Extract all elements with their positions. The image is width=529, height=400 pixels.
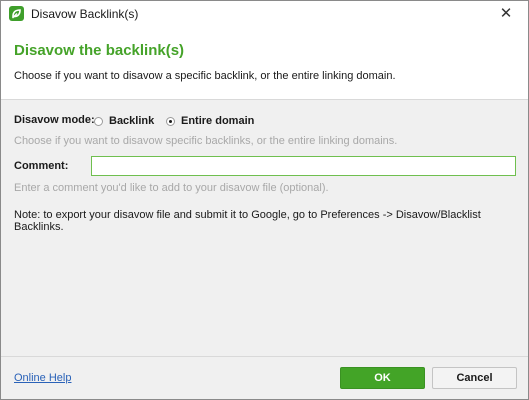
dialog-window: Disavow Backlink(s) ✕ Disavow the backli… [0, 0, 529, 400]
dialog-description: Choose if you want to disavow a specific… [14, 70, 396, 82]
close-icon[interactable]: ✕ [484, 1, 528, 27]
disavow-mode-label: Disavow mode: [14, 114, 95, 126]
comment-hint: Enter a comment you'd like to add to you… [14, 182, 329, 194]
ok-button[interactable]: OK [340, 367, 425, 389]
comment-input[interactable] [91, 156, 516, 176]
radio-entire-domain-indicator[interactable] [166, 116, 175, 126]
title-bar: Disavow Backlink(s) ✕ [1, 1, 528, 27]
window-title: Disavow Backlink(s) [31, 7, 139, 21]
cancel-button[interactable]: Cancel [432, 367, 517, 389]
dialog-heading: Disavow the backlink(s) [14, 42, 185, 59]
radio-entire-domain-label: Entire domain [181, 115, 255, 127]
footer-divider [1, 356, 528, 357]
dialog-header: Disavow the backlink(s) Choose if you wa… [1, 27, 528, 100]
comment-label: Comment: [14, 160, 69, 172]
disavow-mode-hint: Choose if you want to disavow specific b… [14, 135, 398, 147]
radio-backlink-indicator[interactable] [94, 116, 103, 126]
radio-entire-domain[interactable]: Entire domain [166, 115, 254, 127]
app-logo-icon [9, 6, 24, 21]
online-help-link[interactable]: Online Help [14, 372, 71, 384]
radio-backlink-label: Backlink [109, 115, 155, 127]
export-note: Note: to export your disavow file and su… [14, 209, 481, 233]
radio-backlink[interactable]: Backlink [94, 115, 154, 127]
